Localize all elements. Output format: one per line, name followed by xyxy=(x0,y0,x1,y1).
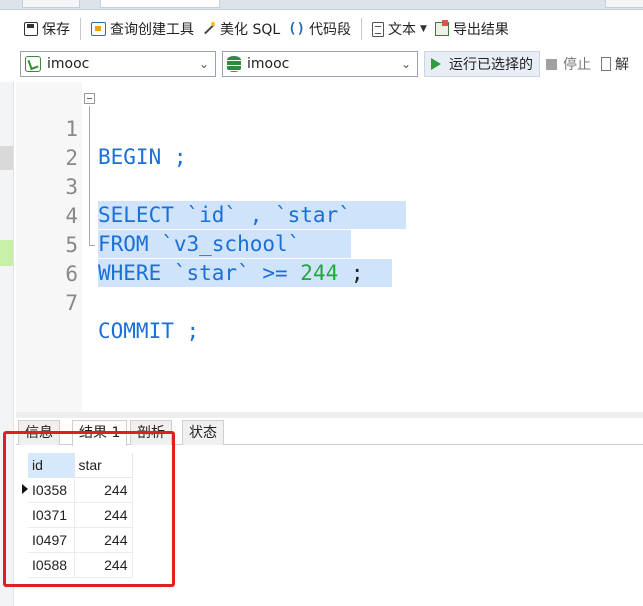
tab-profile-label: 剖析 xyxy=(137,425,165,441)
tab-info-label: 信息 xyxy=(25,425,53,441)
toolbar-divider xyxy=(361,18,363,40)
document-tab[interactable] xyxy=(605,0,643,8)
text-mode-dropdown[interactable]: 文本 ▼ xyxy=(368,16,431,42)
stop-label: 停止 xyxy=(563,57,591,73)
beautify-sql-button[interactable]: 美化 SQL xyxy=(198,16,284,42)
column-header-star[interactable]: star xyxy=(74,453,133,478)
cell-star[interactable]: 244 xyxy=(74,502,133,528)
query-builder-label: 查询创建工具 xyxy=(110,22,194,38)
text-icon xyxy=(372,21,385,37)
document-tab-strip xyxy=(0,0,643,10)
result-table: id star I0358 244 I0371 244 I0497 244 I0… xyxy=(28,453,133,578)
table-row[interactable]: I0588 244 xyxy=(28,552,133,578)
explain-button[interactable]: 解 xyxy=(601,54,629,74)
code-line: 6 xyxy=(16,232,643,286)
code-line-selected: 3 SELECT `id` , `star` xyxy=(16,145,643,229)
database-select[interactable]: imooc ⌄ xyxy=(222,51,418,77)
document-tab[interactable] xyxy=(22,0,80,8)
code-line-selected: 4 FROM `v3_school` xyxy=(16,174,643,258)
connection-value: imooc xyxy=(47,56,90,72)
sql-editor-window: 保存 查询创建工具 美化 SQL () 代码段 文本 ▼ 导出结果 imooc … xyxy=(0,0,643,606)
line-number: 7 xyxy=(65,291,78,315)
tab-profile[interactable]: 剖析 xyxy=(130,420,172,445)
column-header-id[interactable]: id xyxy=(28,453,75,478)
code-line-selected: 5 WHERE `star` >= 244 ; xyxy=(16,203,643,287)
code-line: 2 xyxy=(16,116,643,170)
beautify-icon xyxy=(202,22,216,36)
header-row: id star xyxy=(28,453,133,478)
chevron-down-icon: ▼ xyxy=(420,24,427,34)
cell-id[interactable]: I0497 xyxy=(28,527,75,553)
tab-result-1-label: 结果 1 xyxy=(79,425,121,441)
database-value: imooc xyxy=(247,56,290,72)
run-selected-button[interactable]: 运行已选择的 xyxy=(424,51,540,77)
sql-editor[interactable]: 1 BEGIN ; 2 3 SELECT `id` , `star` 4 FRO… xyxy=(16,82,643,412)
code-line: 7 COMMIT ; xyxy=(16,261,643,343)
run-icon xyxy=(431,58,441,70)
export-results-label: 导出结果 xyxy=(452,22,509,38)
export-results-button[interactable]: 导出结果 xyxy=(431,16,513,42)
cell-star[interactable]: 244 xyxy=(74,552,133,578)
chevron-down-icon: ⌄ xyxy=(400,57,411,71)
cell-star[interactable]: 244 xyxy=(74,527,133,553)
side-panel-marker xyxy=(0,240,13,266)
cell-id[interactable]: I0371 xyxy=(28,502,75,528)
connection-icon xyxy=(25,56,41,72)
tab-info[interactable]: 信息 xyxy=(18,420,60,445)
export-icon xyxy=(434,20,449,36)
connection-select[interactable]: imooc ⌄ xyxy=(20,51,216,77)
code-snippet-label: 代码段 xyxy=(309,22,352,38)
code-snippet-button[interactable]: () 代码段 xyxy=(284,16,355,42)
table-row[interactable]: I0358 244 xyxy=(28,477,133,503)
cell-id[interactable]: I0358 xyxy=(28,477,75,503)
tab-result-1[interactable]: 结果 1 xyxy=(72,420,128,446)
cell-id[interactable]: I0588 xyxy=(28,552,75,578)
stop-icon xyxy=(546,58,557,70)
explain-label: 解 xyxy=(615,57,629,73)
side-panel-edge xyxy=(0,82,14,606)
stop-button[interactable]: 停止 xyxy=(546,54,591,74)
document-tab-active[interactable] xyxy=(100,0,220,8)
table-row[interactable]: I0371 244 xyxy=(28,502,133,528)
save-button[interactable]: 保存 xyxy=(20,16,74,42)
result-grid[interactable]: id star I0358 244 I0371 244 I0497 244 I0… xyxy=(16,446,643,606)
tab-status[interactable]: 状态 xyxy=(182,420,224,445)
code-text: COMMIT ; xyxy=(98,319,200,343)
tab-status-label: 状态 xyxy=(189,425,217,441)
text-mode-label: 文本 xyxy=(388,22,417,38)
query-builder-button[interactable]: 查询创建工具 xyxy=(87,16,198,42)
connection-bar: imooc ⌄ imooc ⌄ 运行已选择的 停止 解 xyxy=(0,50,643,78)
database-icon xyxy=(227,56,241,72)
save-icon xyxy=(24,22,38,36)
save-label: 保存 xyxy=(42,22,70,38)
code-snippet-icon: () xyxy=(288,21,306,37)
query-toolbar: 保存 查询创建工具 美化 SQL () 代码段 文本 ▼ 导出结果 xyxy=(0,10,643,48)
query-builder-icon xyxy=(91,22,106,36)
chevron-down-icon: ⌄ xyxy=(198,57,209,71)
explain-icon xyxy=(601,57,611,71)
code-line: 1 BEGIN ; xyxy=(16,87,643,169)
side-panel-marker xyxy=(0,146,13,170)
cell-star[interactable]: 244 xyxy=(74,477,133,503)
beautify-sql-label: 美化 SQL xyxy=(220,22,281,38)
toolbar-divider xyxy=(80,18,81,40)
run-selected-label: 运行已选择的 xyxy=(449,57,533,73)
result-tabs: 信息 结果 1 剖析 状态 xyxy=(16,418,643,446)
table-row[interactable]: I0497 244 xyxy=(28,527,133,553)
